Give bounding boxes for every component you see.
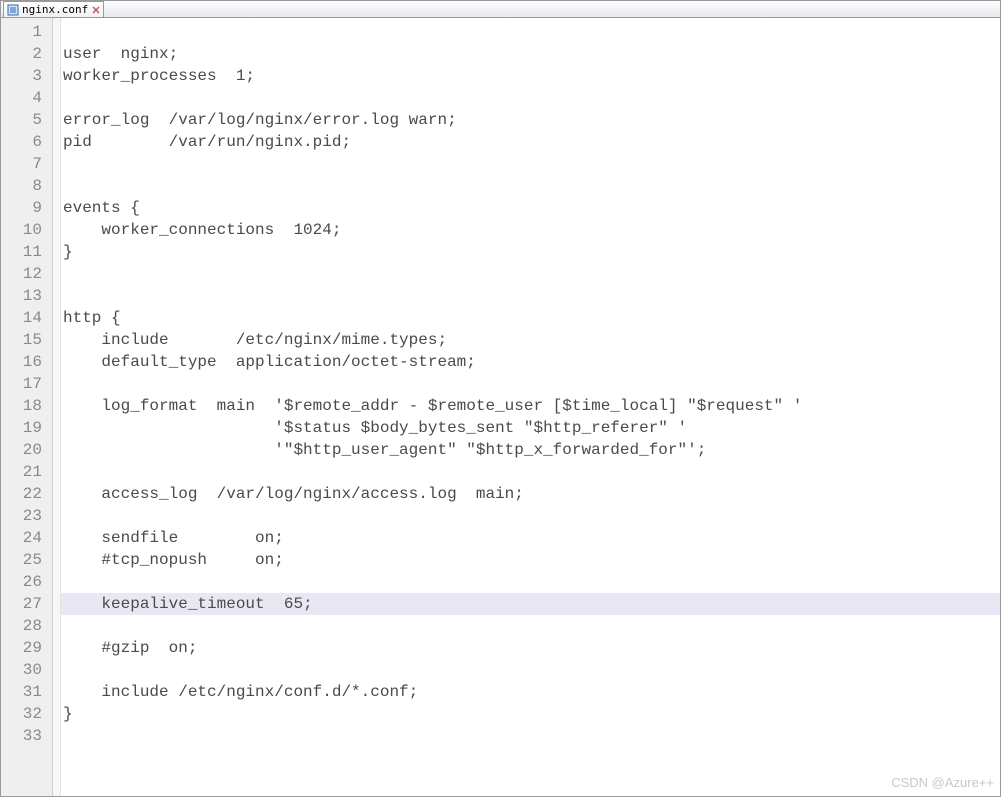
line-number: 25 [1, 549, 52, 571]
code-line[interactable] [61, 285, 1000, 307]
code-line[interactable]: events { [61, 197, 1000, 219]
code-line[interactable] [61, 571, 1000, 593]
line-number: 13 [1, 285, 52, 307]
line-number: 20 [1, 439, 52, 461]
line-number: 16 [1, 351, 52, 373]
line-number: 30 [1, 659, 52, 681]
code-line[interactable]: worker_processes 1; [61, 65, 1000, 87]
code-line[interactable]: keepalive_timeout 65; [61, 593, 1000, 615]
file-icon [7, 4, 19, 16]
code-line[interactable]: } [61, 241, 1000, 263]
code-line[interactable] [61, 175, 1000, 197]
code-line[interactable]: error_log /var/log/nginx/error.log warn; [61, 109, 1000, 131]
code-line[interactable] [61, 153, 1000, 175]
line-number: 10 [1, 219, 52, 241]
line-number: 1 [1, 21, 52, 43]
line-number: 18 [1, 395, 52, 417]
line-number: 12 [1, 263, 52, 285]
line-number-gutter: 1234567891011121314151617181920212223242… [1, 18, 53, 796]
code-line[interactable]: pid /var/run/nginx.pid; [61, 131, 1000, 153]
code-line[interactable]: sendfile on; [61, 527, 1000, 549]
code-line[interactable]: } [61, 703, 1000, 725]
line-number: 9 [1, 197, 52, 219]
line-number: 29 [1, 637, 52, 659]
line-number: 8 [1, 175, 52, 197]
line-number: 24 [1, 527, 52, 549]
code-line[interactable]: access_log /var/log/nginx/access.log mai… [61, 483, 1000, 505]
code-line[interactable]: worker_connections 1024; [61, 219, 1000, 241]
line-number: 7 [1, 153, 52, 175]
code-line[interactable] [61, 373, 1000, 395]
line-number: 23 [1, 505, 52, 527]
code-line[interactable]: include /etc/nginx/conf.d/*.conf; [61, 681, 1000, 703]
editor-area[interactable]: 1234567891011121314151617181920212223242… [1, 18, 1000, 796]
line-number: 33 [1, 725, 52, 747]
code-line[interactable] [61, 659, 1000, 681]
code-line[interactable]: http { [61, 307, 1000, 329]
watermark: CSDN @Azure++ [891, 772, 994, 794]
code-line[interactable] [61, 505, 1000, 527]
file-tab[interactable]: nginx.conf [3, 1, 104, 17]
line-number: 31 [1, 681, 52, 703]
fold-margin [53, 18, 61, 796]
line-number: 6 [1, 131, 52, 153]
line-number: 3 [1, 65, 52, 87]
code-line[interactable]: '"$http_user_agent" "$http_x_forwarded_f… [61, 439, 1000, 461]
code-line[interactable] [61, 263, 1000, 285]
line-number: 5 [1, 109, 52, 131]
tab-label: nginx.conf [22, 3, 88, 16]
close-icon[interactable] [91, 5, 101, 15]
line-number: 17 [1, 373, 52, 395]
code-line[interactable]: log_format main '$remote_addr - $remote_… [61, 395, 1000, 417]
code-line[interactable] [61, 615, 1000, 637]
line-number: 32 [1, 703, 52, 725]
code-line[interactable] [61, 725, 1000, 747]
tab-bar: nginx.conf [1, 1, 1000, 18]
code-line[interactable]: include /etc/nginx/mime.types; [61, 329, 1000, 351]
code-line[interactable]: #tcp_nopush on; [61, 549, 1000, 571]
line-number: 2 [1, 43, 52, 65]
code-line[interactable]: '$status $body_bytes_sent "$http_referer… [61, 417, 1000, 439]
line-number: 22 [1, 483, 52, 505]
code-line[interactable]: default_type application/octet-stream; [61, 351, 1000, 373]
code-line[interactable] [61, 461, 1000, 483]
line-number: 21 [1, 461, 52, 483]
line-number: 4 [1, 87, 52, 109]
line-number: 27 [1, 593, 52, 615]
line-number: 14 [1, 307, 52, 329]
line-number: 19 [1, 417, 52, 439]
line-number: 11 [1, 241, 52, 263]
code-line[interactable]: #gzip on; [61, 637, 1000, 659]
line-number: 28 [1, 615, 52, 637]
editor-window: nginx.conf 12345678910111213141516171819… [0, 0, 1001, 797]
code-line[interactable]: user nginx; [61, 43, 1000, 65]
line-number: 15 [1, 329, 52, 351]
line-number: 26 [1, 571, 52, 593]
code-line[interactable] [61, 21, 1000, 43]
code-content[interactable]: user nginx;worker_processes 1; error_log … [61, 18, 1000, 796]
code-line[interactable] [61, 87, 1000, 109]
